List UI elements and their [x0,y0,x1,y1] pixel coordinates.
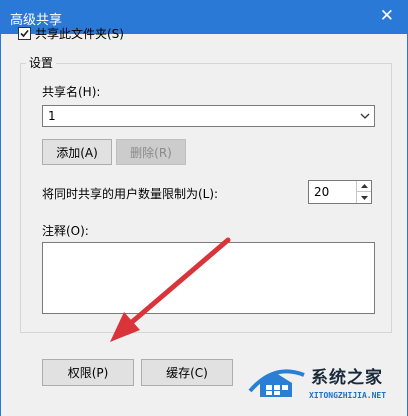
spin-down-button[interactable] [357,192,371,203]
remove-button[interactable]: 删除(R) [116,139,186,165]
share-folder-checkbox[interactable] [18,27,31,40]
share-name-dropdown[interactable]: 1 [42,105,375,127]
triangle-up-icon [360,184,368,188]
watermark-name: 系统之家 [311,368,383,388]
comment-textarea[interactable] [42,242,375,314]
chevron-down-icon [360,113,370,119]
house-logo-icon [248,369,305,397]
permissions-button-label: 权限(P) [67,366,109,380]
spin-up-button[interactable] [357,181,371,192]
add-button-label: 添加(A) [56,145,98,160]
share-name-value: 1 [48,109,56,123]
share-folder-label: 共享此文件夹(S) [35,27,124,41]
share-folder-checkbox-row[interactable]: 共享此文件夹(S) [18,25,124,42]
triangle-down-icon [360,195,368,200]
caching-button[interactable]: 缓存(C) [141,359,233,386]
remove-button-label: 删除(R) [130,145,172,160]
caching-button-label: 缓存(C) [166,366,208,380]
user-limit-spinner[interactable]: 20 [308,180,372,204]
close-icon[interactable]: ✕ [380,6,394,26]
checkmark-icon [20,29,29,38]
permissions-button[interactable]: 权限(P) [42,359,134,386]
share-name-label: 共享名(H): [42,85,101,99]
add-button[interactable]: 添加(A) [42,139,112,165]
user-limit-value: 20 [314,185,330,199]
spinner-arrows [356,181,371,203]
user-limit-label: 将同时共享的用户数量限制为(L): [42,187,219,201]
settings-legend: 设置 [26,54,57,71]
watermark: 系统之家 XITONGZHIJIA.NET [246,355,406,413]
watermark-url: XITONGZHIJIA.NET [309,391,387,400]
comment-label: 注释(O): [42,224,89,238]
